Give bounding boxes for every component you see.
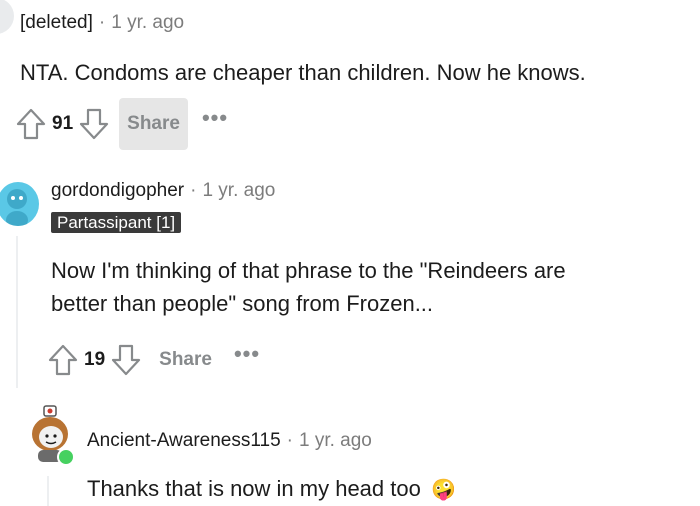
upvote-icon: [48, 344, 78, 376]
comment-body: Now I'm thinking of that phrase to the "…: [51, 254, 566, 320]
comment-body: Thanks that is now in my head too 🤪: [87, 472, 456, 506]
downvote-icon: [112, 344, 141, 376]
comment-meta: [deleted] · 1 yr. ago: [20, 12, 184, 34]
separator: ·: [98, 12, 106, 33]
share-button[interactable]: Share: [119, 98, 188, 150]
comment-meta: Ancient-Awareness115 · 1 yr. ago: [87, 430, 372, 452]
timestamp[interactable]: 1 yr. ago: [202, 180, 275, 201]
separator: ·: [190, 180, 197, 201]
more-options-button[interactable]: •••: [202, 105, 228, 131]
avatar[interactable]: [0, 182, 39, 226]
thread-line[interactable]: [47, 476, 49, 506]
timestamp[interactable]: 1 yr. ago: [299, 430, 372, 451]
username[interactable]: [deleted]: [20, 12, 93, 33]
comment-body: NTA. Condoms are cheaper than children. …: [20, 60, 586, 85]
username[interactable]: Ancient-Awareness115: [87, 430, 281, 451]
downvote-button[interactable]: [77, 105, 111, 143]
vote-score: 19: [84, 349, 106, 370]
username[interactable]: gordondigopher: [51, 180, 184, 201]
thread-line[interactable]: [16, 236, 18, 388]
zany-face-emoji-icon: 🤪: [430, 477, 456, 501]
comment-body-line: Now I'm thinking of that phrase to the "…: [51, 258, 566, 283]
upvote-icon: [16, 108, 46, 140]
flair-badge: Partassipant [1]: [51, 212, 182, 233]
comment-actions: 19 Share •••: [46, 334, 260, 386]
avatar[interactable]: [28, 404, 75, 466]
avatar[interactable]: [0, 0, 14, 34]
upvote-button[interactable]: [46, 341, 80, 379]
user-flair: Partassipant [1]: [51, 212, 182, 233]
timestamp[interactable]: 1 yr. ago: [111, 12, 184, 33]
downvote-icon: [80, 108, 109, 140]
separator: ·: [286, 430, 293, 451]
upvote-button[interactable]: [14, 105, 48, 143]
comment-body-text: Thanks that is now in my head too: [87, 476, 421, 501]
vote-score: 91: [52, 113, 74, 134]
more-options-button[interactable]: •••: [234, 341, 260, 367]
online-status-indicator: [57, 448, 75, 466]
snoo-avatar-icon: [6, 189, 28, 226]
comment-body-line: better than people" song from Frozen...: [51, 291, 434, 316]
downvote-button[interactable]: [109, 341, 143, 379]
comment-meta: gordondigopher · 1 yr. ago: [51, 180, 275, 202]
comment-actions: 91 Share •••: [14, 98, 228, 150]
share-button[interactable]: Share: [151, 334, 220, 386]
